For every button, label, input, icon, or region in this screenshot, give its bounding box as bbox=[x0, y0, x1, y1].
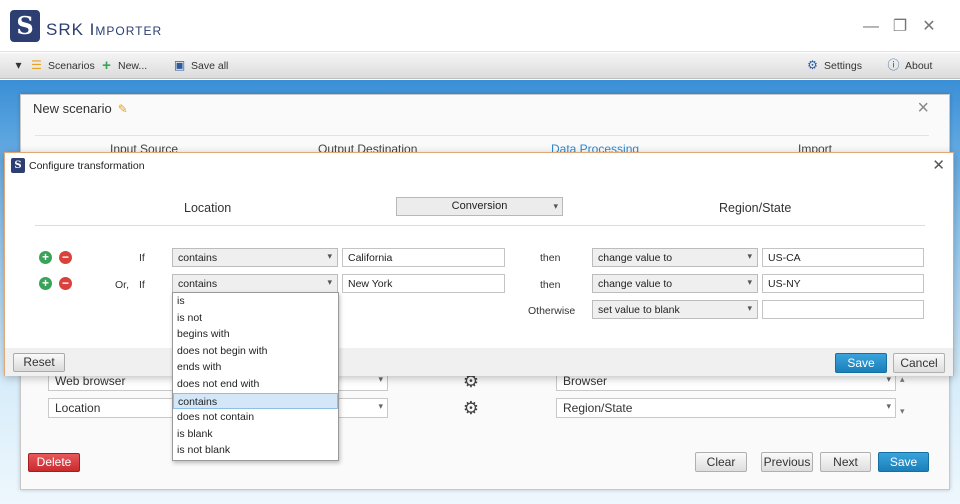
otherwise-value-input[interactable] bbox=[762, 300, 924, 319]
target-column-select[interactable]: Region/State ▾ bbox=[556, 398, 896, 418]
scenario-title-text: New scenario bbox=[33, 101, 112, 116]
operator-value: contains bbox=[178, 252, 218, 264]
scenarios-label: Scenarios bbox=[48, 59, 95, 72]
action-value: change value to bbox=[598, 252, 673, 264]
reset-button[interactable]: Reset bbox=[13, 353, 65, 372]
save-all-label: Save all bbox=[191, 59, 229, 72]
dropdown-option-selected[interactable]: contains bbox=[173, 392, 338, 410]
toolbar: ▾ ☰ Scenarios + New... ▣ Save all ⚙ Sett… bbox=[0, 53, 960, 79]
floppy-disk-icon: ▣ bbox=[173, 58, 186, 72]
cancel-button[interactable]: Cancel bbox=[893, 353, 945, 373]
dropdown-option[interactable]: is blank bbox=[173, 426, 338, 443]
previous-button[interactable]: Previous bbox=[761, 452, 813, 472]
close-window-button[interactable]: ✕ bbox=[920, 18, 938, 36]
dialog-footer: Reset Save Cancel bbox=[5, 348, 953, 376]
maximize-button[interactable]: ❐ bbox=[891, 18, 909, 36]
divider bbox=[35, 225, 925, 226]
plus-icon: + bbox=[102, 57, 111, 74]
result-value-input[interactable]: US-CA bbox=[762, 248, 924, 267]
condition-value-input[interactable]: California bbox=[342, 248, 505, 267]
app-logo-icon: S bbox=[11, 158, 25, 173]
action-select[interactable]: change value to ▾ bbox=[592, 248, 758, 267]
caret-down-icon: ▾ bbox=[15, 58, 22, 72]
chevron-down-icon: ▾ bbox=[327, 277, 332, 287]
dropdown-option[interactable]: is bbox=[173, 293, 338, 310]
action-select[interactable]: change value to ▾ bbox=[592, 274, 758, 293]
about-label: About bbox=[905, 59, 933, 72]
minimize-button[interactable]: — bbox=[862, 18, 880, 36]
transform-gear-icon[interactable]: ⚙ bbox=[461, 398, 481, 418]
settings-label: Settings bbox=[824, 59, 862, 72]
configure-transformation-dialog: S Configure transformation ✕ Location Co… bbox=[4, 152, 954, 376]
chevron-down-icon: ▾ bbox=[747, 303, 752, 313]
result-value-input[interactable]: US-NY bbox=[762, 274, 924, 293]
title-bar: S SRK Importer — ❐ ✕ bbox=[0, 0, 960, 52]
clear-button[interactable]: Clear bbox=[695, 452, 747, 472]
scroll-down-icon[interactable]: ▾ bbox=[900, 406, 905, 417]
list-icon: ☰ bbox=[31, 58, 42, 72]
operator-dropdown-list: is is not begins with does not begin wit… bbox=[172, 292, 339, 461]
condition-value-input[interactable]: New York bbox=[342, 274, 505, 293]
if-label: If bbox=[139, 279, 145, 291]
about-button[interactable]: ⓘ About bbox=[887, 59, 932, 72]
transformation-type-value: Conversion bbox=[451, 200, 508, 212]
close-icon[interactable]: ✕ bbox=[932, 156, 945, 174]
remove-rule-icon[interactable]: − bbox=[59, 251, 72, 264]
new-label: New... bbox=[118, 59, 148, 72]
transformation-type-select[interactable]: Conversion ▾ bbox=[396, 197, 563, 216]
target-column-label: Region/State bbox=[719, 201, 792, 215]
dropdown-option[interactable]: does not begin with bbox=[173, 343, 338, 360]
chevron-down-icon: ▾ bbox=[327, 251, 332, 261]
action-value: change value to bbox=[598, 278, 673, 290]
add-rule-icon[interactable]: + bbox=[39, 251, 52, 264]
close-icon[interactable]: × bbox=[917, 97, 929, 120]
app-logo: S bbox=[10, 10, 40, 42]
otherwise-action-value: set value to blank bbox=[598, 304, 680, 316]
pencil-icon[interactable]: ✎ bbox=[118, 102, 128, 116]
scenarios-menu[interactable]: ▾ ☰ Scenarios bbox=[12, 58, 95, 72]
save-scenario-button[interactable]: Save bbox=[878, 452, 929, 472]
scenario-title[interactable]: New scenario ✎ bbox=[33, 101, 128, 116]
operator-select[interactable]: contains ▾ bbox=[172, 274, 338, 293]
dropdown-option[interactable]: does not contain bbox=[173, 409, 338, 426]
then-label: then bbox=[540, 252, 561, 264]
save-all-button[interactable]: ▣ Save all bbox=[173, 58, 229, 72]
new-button[interactable]: + New... bbox=[100, 57, 148, 74]
dropdown-option[interactable]: does not end with bbox=[173, 376, 338, 393]
dropdown-option[interactable]: is not bbox=[173, 310, 338, 327]
target-column-value: Browser bbox=[563, 374, 608, 388]
gear-icon: ⚙ bbox=[807, 58, 818, 72]
target-column-value: Region/State bbox=[563, 401, 633, 415]
otherwise-label: Otherwise bbox=[528, 305, 576, 317]
operator-value: contains bbox=[178, 278, 218, 290]
if-label: If bbox=[139, 252, 145, 264]
chevron-down-icon: ▾ bbox=[747, 277, 752, 287]
otherwise-action-select[interactable]: set value to blank ▾ bbox=[592, 300, 758, 319]
next-button[interactable]: Next bbox=[820, 452, 871, 472]
remove-rule-icon[interactable]: − bbox=[59, 277, 72, 290]
source-column-value: Location bbox=[55, 401, 101, 415]
dropdown-option[interactable]: begins with bbox=[173, 326, 338, 343]
settings-button[interactable]: ⚙ Settings bbox=[806, 59, 862, 72]
dropdown-option[interactable]: ends with bbox=[173, 359, 338, 376]
chevron-down-icon: ▾ bbox=[747, 251, 752, 261]
add-rule-icon[interactable]: + bbox=[39, 277, 52, 290]
dropdown-option[interactable]: is not blank bbox=[173, 442, 338, 459]
dialog-save-button[interactable]: Save bbox=[835, 353, 887, 373]
source-column-value: Web browser bbox=[55, 374, 126, 388]
delete-button[interactable]: Delete bbox=[28, 453, 80, 472]
then-label: then bbox=[540, 279, 561, 291]
operator-select[interactable]: contains ▾ bbox=[172, 248, 338, 267]
dialog-title: Configure transformation bbox=[29, 160, 145, 172]
chevron-down-icon: ▾ bbox=[886, 401, 891, 411]
or-label: Or, bbox=[115, 279, 130, 291]
app-title: SRK Importer bbox=[46, 20, 163, 39]
source-column-label: Location bbox=[184, 201, 232, 215]
help-icon: ⓘ bbox=[887, 58, 900, 72]
chevron-down-icon: ▾ bbox=[378, 401, 383, 411]
chevron-down-icon: ▾ bbox=[553, 201, 558, 211]
